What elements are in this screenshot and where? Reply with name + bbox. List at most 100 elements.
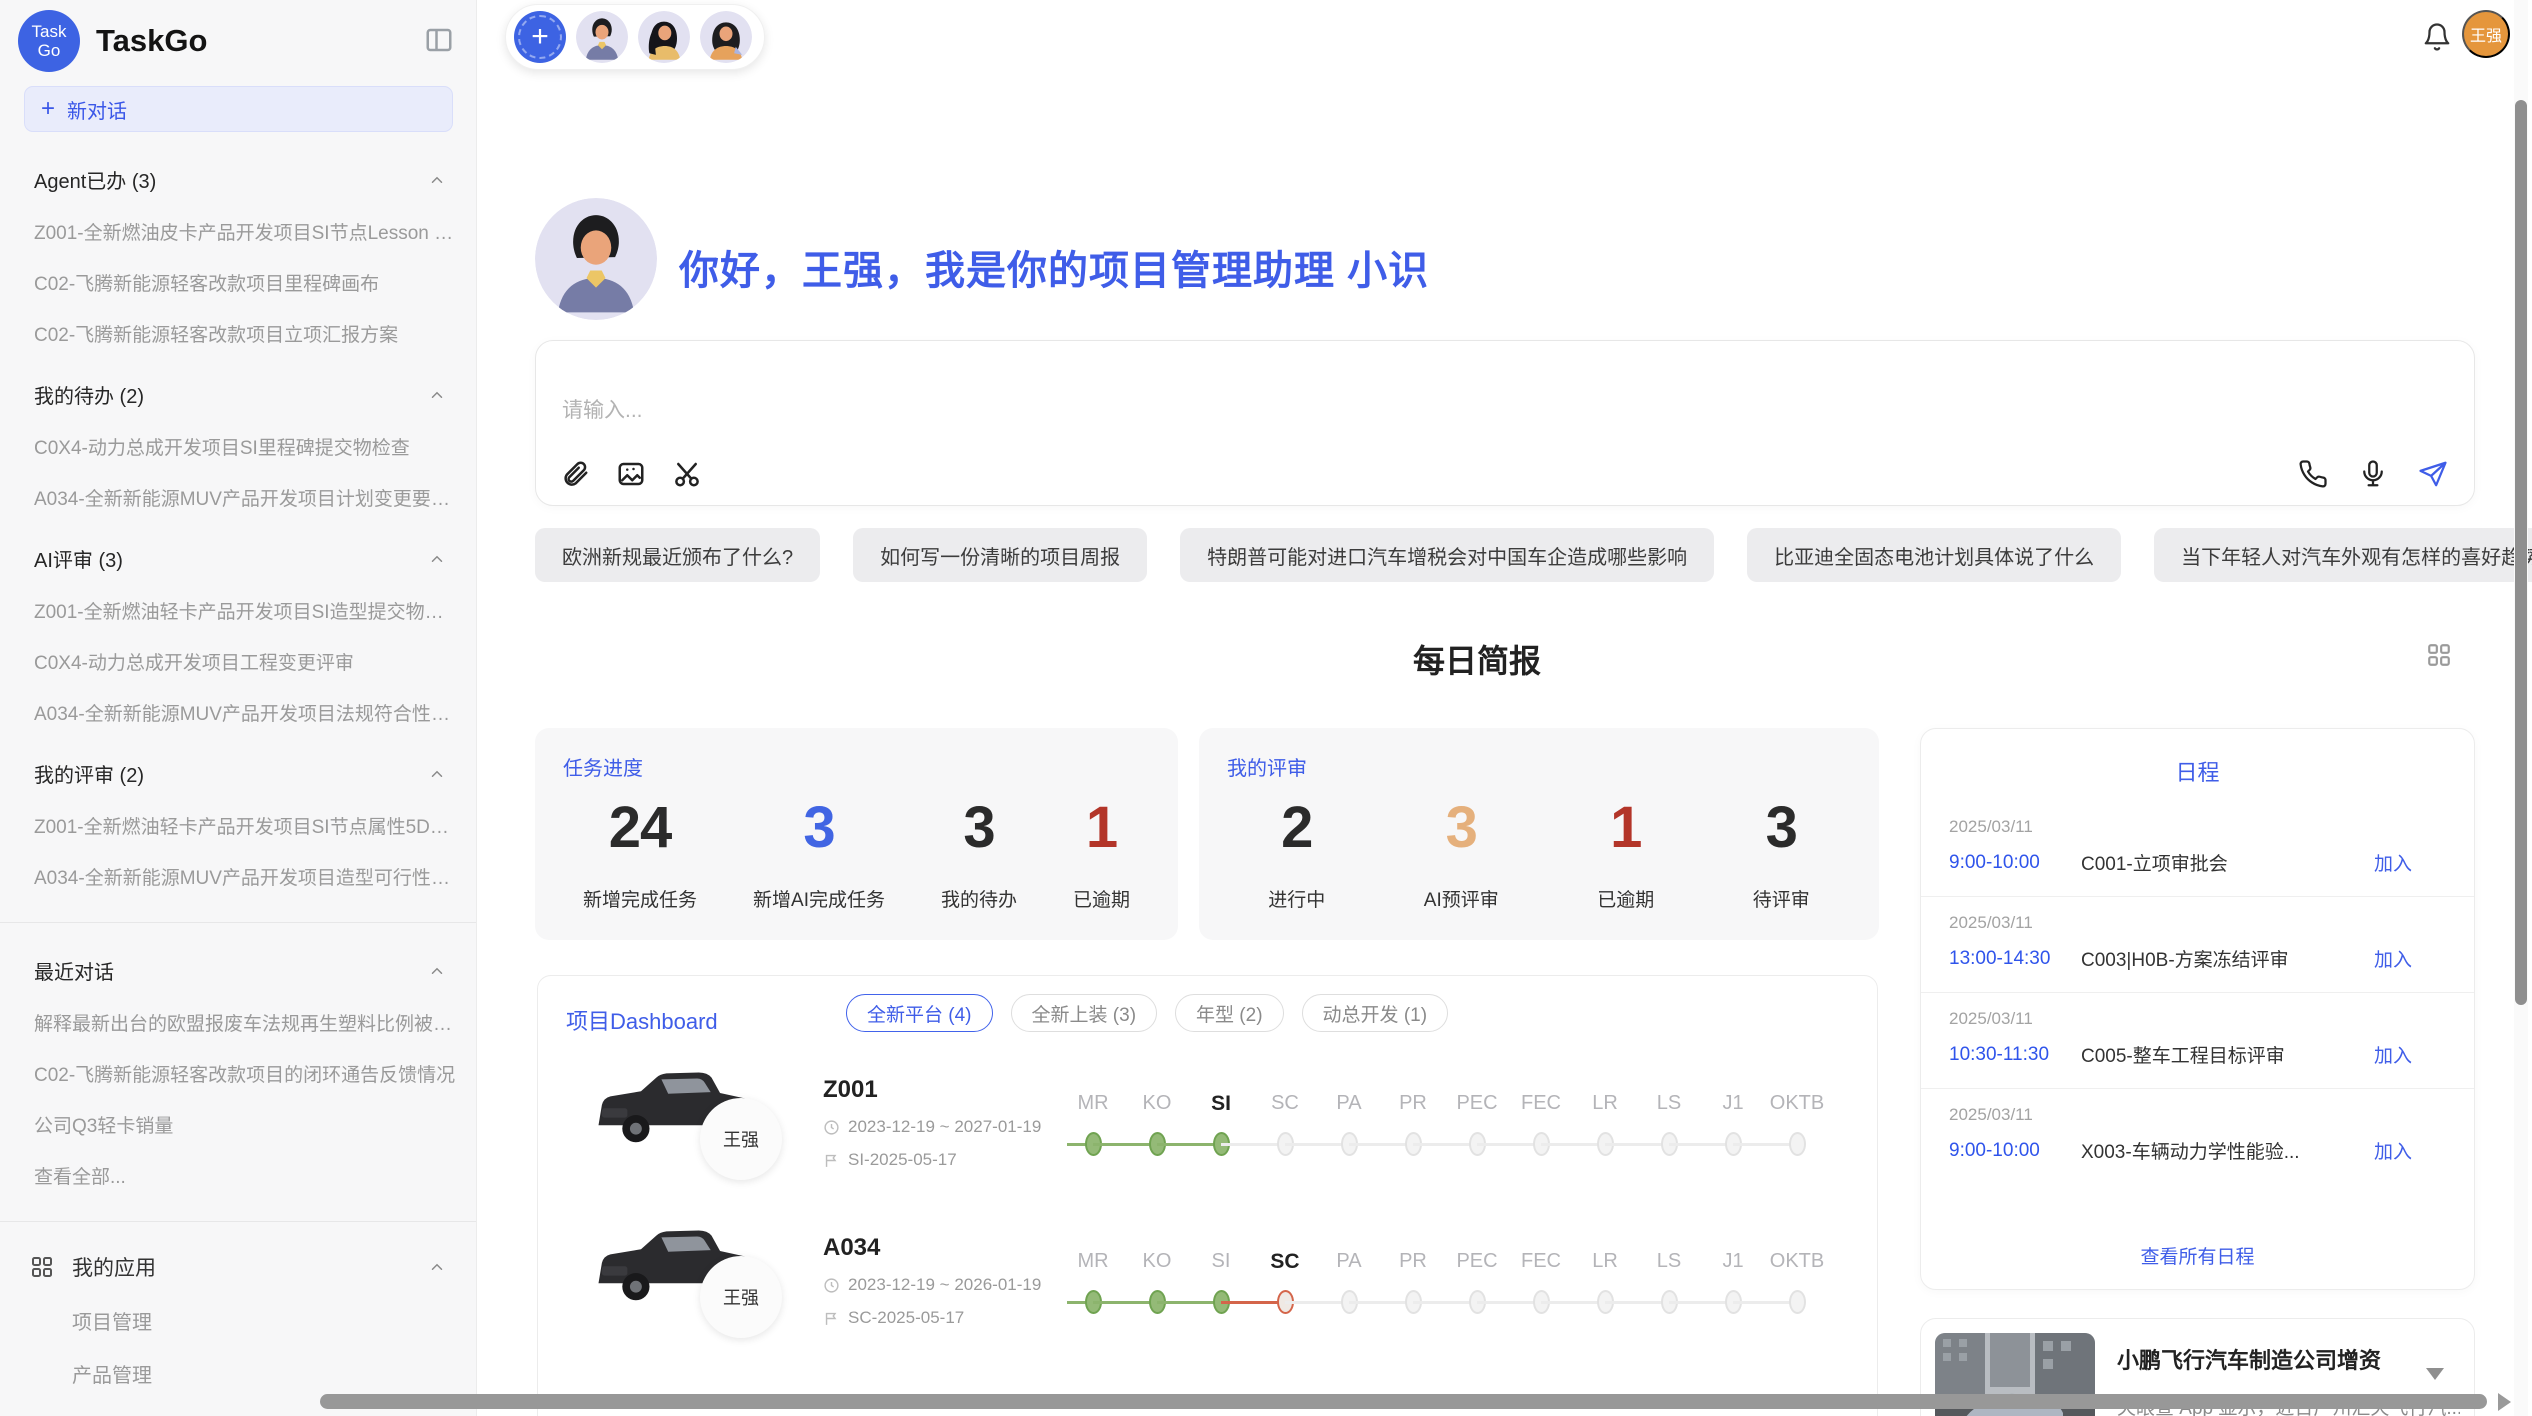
milestone-connector xyxy=(1285,1143,1349,1146)
milestone-label: PEC xyxy=(1445,1250,1509,1274)
tab-powertrain-dev[interactable]: 动总开发 (1) xyxy=(1302,994,1449,1032)
main-area: + 王强 你好，王强，我是你的项目管理助理 小识 xyxy=(477,0,2532,1416)
section-title: 我的评审 (2) xyxy=(34,759,144,788)
project-row[interactable]: 王强 A034 2023-12-19 ~ 2026-01-19 SC-2025-… xyxy=(538,1206,1877,1362)
tab-year-model[interactable]: 年型 (2) xyxy=(1175,994,1284,1032)
milestone-timeline: MRKOSISCPAPRPECFECLRLSJ1OKTB xyxy=(1061,1250,1861,1322)
app-logo-text-bottom: Go xyxy=(38,41,61,60)
join-meeting-link[interactable]: 加入 xyxy=(2374,945,2412,972)
attachment-icon[interactable] xyxy=(560,459,590,489)
sidebar-collapse-icon[interactable] xyxy=(422,24,456,58)
tab-new-body[interactable]: 全新上装 (3) xyxy=(1011,994,1158,1032)
app-item-change-mgmt[interactable]: 变更管理 xyxy=(72,1412,462,1416)
project-dates: 2023-12-19 ~ 2026-01-19 xyxy=(823,1275,1041,1295)
sidebar-section-my-todo[interactable]: 我的待办 (2) xyxy=(34,380,446,409)
sidebar-section-agent-done[interactable]: Agent已办 (3) xyxy=(34,165,446,194)
my-apps-label: 我的应用 xyxy=(72,1252,428,1282)
scroll-right-arrow[interactable] xyxy=(2498,1393,2511,1411)
stat-my-todos: 3我的待办 xyxy=(941,794,1017,912)
clock-icon xyxy=(823,1119,840,1136)
join-meeting-link[interactable]: 加入 xyxy=(2374,1137,2412,1164)
recent-chat-item[interactable]: C02-飞腾新能源轻客改款项目的闭环通告反馈情况 xyxy=(34,1060,462,1087)
milestone-connector xyxy=(1221,1143,1285,1146)
sidebar-item-my-apps[interactable]: 我的应用 xyxy=(30,1252,446,1282)
milestone-label: OKTB xyxy=(1765,1092,1829,1116)
recent-chat-item[interactable]: 公司Q3轻卡销量 xyxy=(34,1111,462,1138)
project-row[interactable]: 王强 Z001 2023-12-19 ~ 2027-01-19 SI-2025-… xyxy=(538,1048,1877,1204)
app-item-project-mgmt[interactable]: 项目管理 xyxy=(72,1306,462,1335)
section-title: AI评审 (3) xyxy=(34,544,123,573)
send-icon[interactable] xyxy=(2418,459,2448,489)
task-progress-card: 任务进度 24新增完成任务 3新增AI完成任务 3我的待办 1已逾期 xyxy=(535,728,1178,940)
vertical-scrollbar-thumb[interactable] xyxy=(2515,100,2527,1005)
view-all-schedules-link[interactable]: 查看所有日程 xyxy=(1921,1242,2474,1269)
input-toolbar-left xyxy=(560,459,702,489)
app-logo: Task Go xyxy=(18,10,80,72)
my-review-card-title: 我的评审 xyxy=(1227,752,1307,781)
user-avatar[interactable]: 王强 xyxy=(2462,10,2510,58)
suggestion-chip[interactable]: 比亚迪全固态电池计划具体说了什么 xyxy=(1747,528,2121,582)
sidebar-item[interactable]: A034-全新新能源MUV产品开发项目法规符合性评审 xyxy=(34,699,462,726)
schedule-event-title: C005-整车工程目标评审 xyxy=(2081,1041,2374,1068)
milestone-label: PEC xyxy=(1445,1092,1509,1116)
horizontal-scrollbar-thumb[interactable] xyxy=(320,1394,2487,1409)
sidebar-item[interactable]: C0X4-动力总成开发项目SI里程碑提交物检查 xyxy=(34,433,462,460)
agent-avatar-1[interactable] xyxy=(576,11,628,63)
schedule-date: 2025/03/11 xyxy=(1949,1105,2446,1125)
milestone-connector xyxy=(1605,1143,1669,1146)
new-chat-button[interactable]: + 新对话 xyxy=(24,86,453,132)
chat-input[interactable] xyxy=(562,399,1762,423)
sidebar-item[interactable]: C0X4-动力总成开发项目工程变更评审 xyxy=(34,648,462,675)
sidebar-section-ai-review[interactable]: AI评审 (3) xyxy=(34,544,446,573)
milestone-connector xyxy=(1413,1301,1477,1304)
schedule-entry: 2025/03/11 9:00-10:00 C001-立项审批会 加入 xyxy=(1921,801,2474,897)
schedule-time: 13:00-14:30 xyxy=(1949,948,2081,970)
microphone-icon[interactable] xyxy=(2358,459,2388,489)
scissors-icon[interactable] xyxy=(672,459,702,489)
suggestion-chip[interactable]: 欧洲新规最近颁布了什么? xyxy=(535,528,820,582)
sidebar-item[interactable]: A034-全新新能源MUV产品开发项目造型可行性评审 xyxy=(34,863,462,890)
join-meeting-link[interactable]: 加入 xyxy=(2374,849,2412,876)
suggestion-chips: 欧洲新规最近颁布了什么? 如何写一份清晰的项目周报 特朗普可能对进口汽车增税会对… xyxy=(535,528,2532,582)
sidebar-item[interactable]: C02-飞腾新能源轻客改款项目立项汇报方案 xyxy=(34,320,462,347)
suggestion-chip[interactable]: 当下年轻人对汽车外观有怎样的喜好趋势 xyxy=(2154,528,2532,582)
daily-brief-title: 每日简报 xyxy=(477,636,2477,682)
project-code: Z001 xyxy=(823,1076,1041,1104)
milestone-dot xyxy=(1789,1290,1806,1314)
milestone-label: LS xyxy=(1637,1250,1701,1274)
schedule-title: 日程 xyxy=(1921,729,2474,787)
milestone-label: PR xyxy=(1381,1250,1445,1274)
suggestion-chip[interactable]: 特朗普可能对进口汽车增税会对中国车企造成哪些影响 xyxy=(1180,528,1714,582)
tab-new-platform[interactable]: 全新平台 (4) xyxy=(846,994,993,1032)
recent-chats-see-all-link[interactable]: 查看全部... xyxy=(34,1162,462,1189)
sidebar-item[interactable]: A034-全新新能源MUV产品开发项目计划变更要编写 xyxy=(34,484,462,511)
sidebar-section-my-review[interactable]: 我的评审 (2) xyxy=(34,759,446,788)
schedule-event-title: C003|H0B-方案冻结评审 xyxy=(2081,945,2374,972)
notification-bell-icon[interactable] xyxy=(2422,22,2452,52)
suggestion-chip[interactable]: 如何写一份清晰的项目周报 xyxy=(853,528,1147,582)
voice-call-icon[interactable] xyxy=(2298,459,2328,489)
sidebar-item[interactable]: Z001-全新燃油轻卡产品开发项目SI造型提交物评审 xyxy=(34,597,462,624)
recent-chat-item[interactable]: 解释最新出台的欧盟报废车法规再生塑料比例被调至15%... xyxy=(34,1009,462,1036)
agent-avatar-3[interactable] xyxy=(700,11,752,63)
image-upload-icon[interactable] xyxy=(616,459,646,489)
milestone-label: KO xyxy=(1125,1250,1189,1274)
divider xyxy=(0,1221,476,1222)
sidebar-item[interactable]: C02-飞腾新能源轻客改款项目里程碑画布 xyxy=(34,269,462,296)
dashboard-tabs: 全新平台 (4) 全新上装 (3) 年型 (2) 动总开发 (1) xyxy=(846,994,1448,1032)
project-code: A034 xyxy=(823,1234,1041,1262)
add-agent-button[interactable]: + xyxy=(514,11,566,63)
sidebar-item[interactable]: Z001-全新燃油轻卡产品开发项目SI节点属性5D文件评审 xyxy=(34,812,462,839)
milestone-label: SC xyxy=(1253,1250,1317,1274)
milestone-label: SI xyxy=(1189,1092,1253,1116)
sidebar-section-recent-chats[interactable]: 最近对话 xyxy=(34,956,446,985)
grid-view-icon[interactable] xyxy=(2425,642,2453,670)
app-item-product-mgmt[interactable]: 产品管理 xyxy=(72,1359,462,1388)
sidebar-item[interactable]: Z001-全新燃油皮卡产品开发项目SI节点Lesson Learn报告 xyxy=(34,218,462,245)
schedule-list: 2025/03/11 9:00-10:00 C001-立项审批会 加入 2025… xyxy=(1921,801,2474,1184)
agent-avatar-2[interactable] xyxy=(638,11,690,63)
project-next-milestone: SI-2025-05-17 xyxy=(823,1150,1041,1170)
milestone-label: J1 xyxy=(1701,1092,1765,1116)
scroll-down-indicator[interactable] xyxy=(2426,1368,2444,1380)
join-meeting-link[interactable]: 加入 xyxy=(2374,1041,2412,1068)
